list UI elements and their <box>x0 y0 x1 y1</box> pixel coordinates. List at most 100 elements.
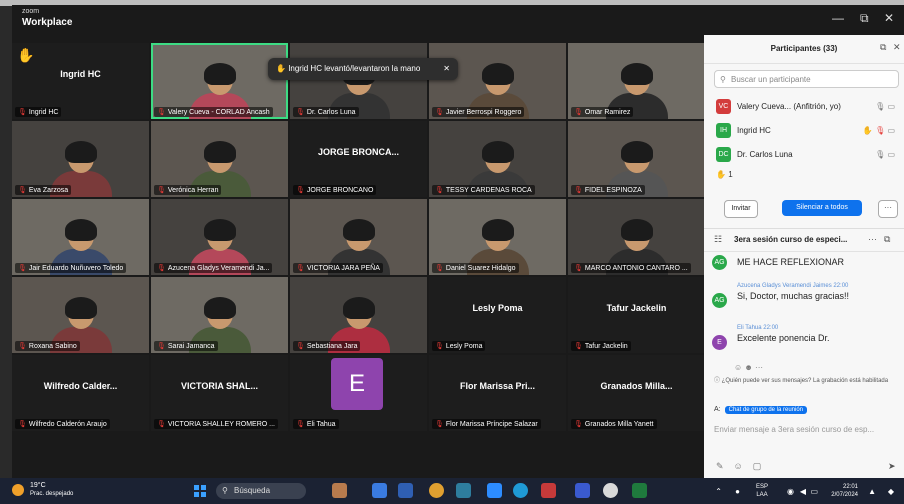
participant-status-icons: 🎙 ▭ <box>875 150 895 159</box>
emoji-icon[interactable]: ☺ <box>734 461 743 471</box>
participant-tile[interactable]: 🎙 VICTORIA JARA PEÑA <box>290 199 427 275</box>
recipient-selector[interactable]: Chat de grupo de la reunión <box>724 406 808 414</box>
participant-name: Valery Cueva... (Anfitrión, yo) <box>737 102 841 111</box>
tile-label-text: VICTORIA SHALLEY ROMERO ... <box>167 421 275 428</box>
participant-tile[interactable]: 🎙 Roxana Sabino <box>12 277 149 353</box>
participant-tile[interactable]: 🎙 Eva Zarzosa <box>12 121 149 197</box>
more-options-button[interactable]: ··· <box>878 200 898 218</box>
close-button[interactable]: ✕ <box>884 11 894 25</box>
tile-label-text: Eli Tahua <box>306 421 336 428</box>
tile-label-text: Sebastiana Jara <box>306 343 358 350</box>
participant-tile[interactable]: 🎙 Dr. Carlos Luna <box>290 43 427 119</box>
clock[interactable]: 22:01 2/07/2024 <box>831 483 858 499</box>
toast-close-button[interactable]: ✕ <box>443 58 450 80</box>
weather-widget[interactable]: 19°C Prac. despejado <box>30 482 73 498</box>
participant-tile[interactable]: Flor Marissa Pri... 🎙 Flor Marissa Príncip… <box>429 355 566 431</box>
taskbar-app-icon[interactable] <box>332 483 347 498</box>
language-indicator[interactable]: ESP LAA <box>756 483 768 499</box>
notifications-icon[interactable]: ▲ <box>868 487 876 496</box>
participant-tile[interactable]: 🎙 Omar Ramirez <box>568 43 705 119</box>
participant-display-name: JORGE BRONCA... <box>317 147 399 157</box>
tile-label-text: Dr. Carlos Luna <box>306 109 356 116</box>
start-button[interactable] <box>194 485 206 497</box>
chat-message-input[interactable]: Enviar mensaje a 3era sesión curso de es… <box>714 425 900 434</box>
participant-tile[interactable]: Wilfredo Calder... 🎙 Wilfredo Calderón Ara… <box>12 355 149 431</box>
participant-name-label: 🎙 Wilfredo Calderón Araujo <box>15 419 110 429</box>
participant-name-label: 🎙 Valery Cueva - CORLAD Ancash <box>154 107 273 117</box>
muted-mic-icon: 🎙 <box>296 265 305 272</box>
participant-display-name: Granados Milla... <box>600 381 673 391</box>
participant-tile[interactable]: 🎙 Daniel Suarez Hidalgo <box>429 199 566 275</box>
chat-message: Azucena Gladys Veramendi Jaimes 22:00 AG S… <box>712 283 900 308</box>
participant-tile[interactable]: 🎙 TESSY CARDENAS ROCA <box>429 121 566 197</box>
excel-icon[interactable] <box>632 483 647 498</box>
avatar: AG <box>712 293 727 308</box>
participant-row[interactable]: VC Valery Cueva... (Anfitrión, yo) 🎙 ▭ <box>716 97 901 117</box>
taskbar-app-icon[interactable] <box>456 483 471 498</box>
participant-row[interactable]: DC Dr. Carlos Luna 🎙 ▭ <box>716 145 901 165</box>
muted-mic-icon: 🎙 <box>296 187 305 194</box>
invite-button[interactable]: Invitar <box>724 200 758 218</box>
participant-tile[interactable]: Tafur Jackelin 🎙 Tafur Jackelin <box>568 277 705 353</box>
popout-icon[interactable]: ⧉ <box>880 42 886 53</box>
participant-tile[interactable]: E 🎙 Eli Tahua <box>290 355 427 431</box>
participant-tile[interactable]: 🎙 Valery Cueva - CORLAD Ancash <box>151 43 288 119</box>
edge-icon[interactable] <box>513 483 528 498</box>
avatar: E <box>712 335 727 350</box>
muted-mic-icon: 🎙 <box>157 343 166 350</box>
weather-icon <box>12 484 24 496</box>
avatar: DC <box>716 147 731 163</box>
wifi-icon[interactable]: ◉ <box>787 487 794 496</box>
taskbar-app-icon[interactable] <box>398 483 413 498</box>
taskbar-app-icon[interactable] <box>372 483 387 498</box>
chat-popout-icon[interactable]: ⧉ <box>884 234 890 245</box>
participant-search-input[interactable]: ⚲ Buscar un participante <box>714 70 899 88</box>
participant-tile[interactable]: 🎙 FIDEL ESPINOZA <box>568 121 705 197</box>
restore-button[interactable]: ⧉ <box>860 11 869 25</box>
participant-tile[interactable]: 🎙 MARCO ANTONIO CANTARO ... <box>568 199 705 275</box>
participant-tile[interactable]: 🎙 Sebastiana Jara <box>290 277 427 353</box>
participant-tile[interactable]: Lesly Poma 🎙 Lesly Poma <box>429 277 566 353</box>
message-text: Si, Doctor, muchas gracias!! <box>737 291 850 301</box>
battery-icon[interactable]: ▭ <box>810 487 818 496</box>
taskbar-app-icon[interactable] <box>603 483 618 498</box>
message-reaction-icons[interactable]: ☺ ☻ ··· <box>734 363 763 372</box>
taskbar-search[interactable]: ⚲ Búsqueda <box>216 483 306 499</box>
participant-tile[interactable]: 🎙 Javier Berrospi Roggero <box>429 43 566 119</box>
muted-mic-icon: 🎙 <box>435 421 444 428</box>
tile-label-text: Granados Milla Yanett <box>584 421 654 428</box>
participant-display-name: Lesly Poma <box>472 303 523 313</box>
muted-mic-icon: 🎙 <box>574 187 583 194</box>
participant-tile[interactable]: 🎙 Verónica Herran <box>151 121 288 197</box>
copilot-icon[interactable]: ◆ <box>888 487 894 496</box>
taskbar-app-icon[interactable] <box>541 483 556 498</box>
tile-label-text: FIDEL ESPINOZA <box>584 187 642 194</box>
participant-tile[interactable]: VICTORIA SHAL... 🎙 VICTORIA SHALLEY ROMERO… <box>151 355 288 431</box>
file-icon[interactable]: ▢ <box>753 461 762 471</box>
search-placeholder: Buscar un participante <box>731 75 811 84</box>
taskbar-app-icon[interactable] <box>575 483 590 498</box>
chat-more-icon[interactable]: ··· <box>868 234 877 244</box>
tray-expand-icon[interactable]: ⌃ <box>715 487 722 496</box>
participant-tile[interactable]: JORGE BRONCA... 🎙 JORGE BRONCANO <box>290 121 427 197</box>
close-panel-icon[interactable]: ✕ <box>893 42 901 53</box>
format-icon[interactable]: ✎ <box>716 461 724 471</box>
chrome-icon[interactable] <box>429 483 444 498</box>
participant-row[interactable]: IH Ingrid HC ✋ 🎙 ▭ <box>716 121 901 141</box>
send-icon[interactable]: ➤ <box>888 461 896 472</box>
participant-display-name: Wilfredo Calder... <box>43 381 118 391</box>
chat-recipient: A: Chat de grupo de la reunión <box>714 406 808 414</box>
tray-app-icon[interactable]: ● <box>735 487 740 496</box>
participant-tile[interactable]: 🎙 Azucena Gladys Veramendi Ja... <box>151 199 288 275</box>
tile-label-text: Sarai Jamanca <box>167 343 215 350</box>
raised-hand-icon: ✋ <box>17 47 35 63</box>
participant-tile[interactable]: 🎙 Jair Eduardo Nuñuvero Toledo <box>12 199 149 275</box>
app-title: Workplace <box>22 17 73 28</box>
mute-all-button[interactable]: Silenciar a todos <box>782 200 862 216</box>
minimize-button[interactable]: — <box>832 11 844 25</box>
zoom-taskbar-icon[interactable] <box>487 483 502 498</box>
participant-tile[interactable]: Granados Milla... 🎙 Granados Milla Yanett <box>568 355 705 431</box>
muted-mic-icon: 🎙 <box>18 265 27 272</box>
participant-tile[interactable]: 🎙 Sarai Jamanca <box>151 277 288 353</box>
volume-icon[interactable]: ◀ <box>800 487 806 496</box>
